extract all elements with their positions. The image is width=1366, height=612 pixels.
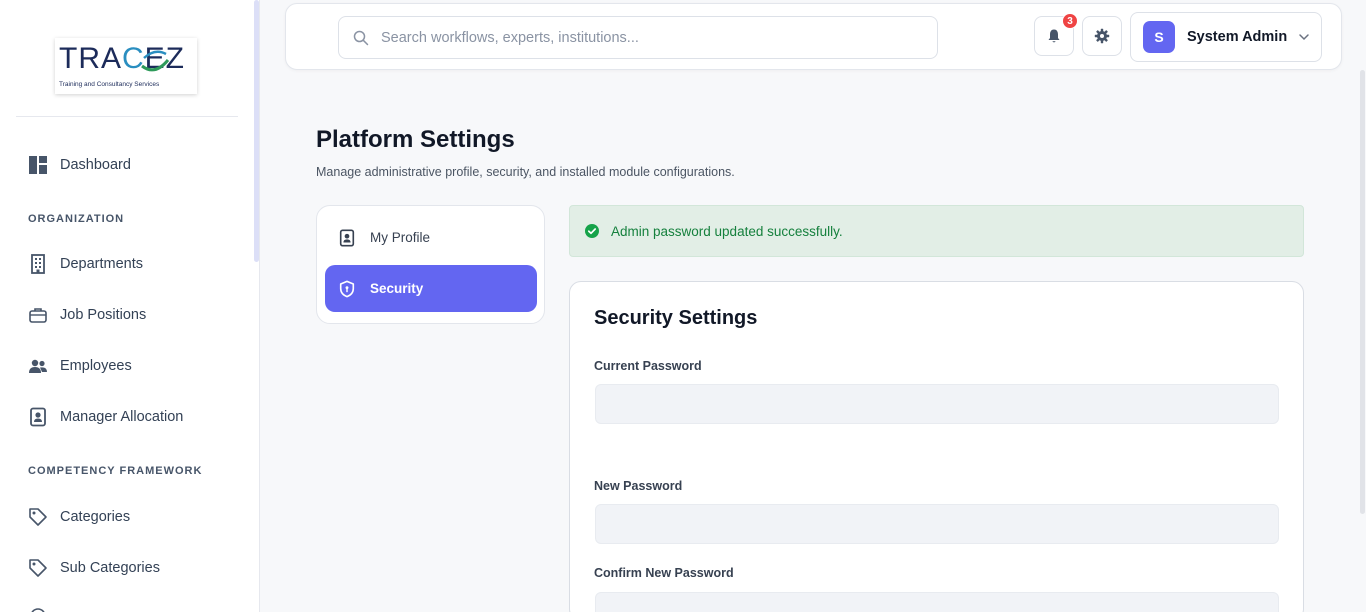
sidebar-item-categories[interactable]: Categories bbox=[28, 505, 130, 529]
top-bar: 3 S System Admin bbox=[285, 3, 1342, 70]
sidebar-divider bbox=[16, 116, 238, 117]
sidebar-item-job-positions[interactable]: Job Positions bbox=[28, 303, 146, 327]
sidebar-item-label: Employees bbox=[60, 358, 132, 374]
new-password-input[interactable] bbox=[595, 504, 1279, 544]
new-password-label: New Password bbox=[594, 479, 683, 493]
user-name: System Admin bbox=[1187, 29, 1288, 45]
sidebar-item-label: Departments bbox=[60, 256, 144, 272]
sidebar-item-sub-categories[interactable]: Sub Categories bbox=[28, 556, 160, 580]
sidebar-item-label: Categories bbox=[60, 509, 131, 525]
sidebar-item-label: Manager Allocation bbox=[60, 409, 184, 425]
sidebar-item-departments[interactable]: Departments bbox=[28, 252, 143, 276]
confirm-password-label: Confirm New Password bbox=[594, 566, 734, 580]
logo-swoosh-icon bbox=[141, 50, 170, 72]
sidebar: TRACEZ Training and Consultancy Services… bbox=[0, 0, 260, 612]
tab-security[interactable]: Security bbox=[325, 265, 537, 312]
search-icon bbox=[353, 30, 369, 45]
security-settings-card: Security Settings Current Password New P… bbox=[569, 281, 1304, 612]
notifications-button[interactable]: 3 bbox=[1034, 13, 1078, 56]
sidebar-item-manager-allocation[interactable]: Manager Allocation bbox=[28, 405, 183, 429]
user-menu[interactable]: S System Admin bbox=[1130, 12, 1322, 62]
sidebar-item-partial[interactable] bbox=[28, 604, 60, 612]
logo-tagline: Training and Consultancy Services bbox=[59, 81, 160, 88]
current-password-input[interactable] bbox=[595, 384, 1279, 424]
nav-section-competency: COMPETENCY FRAMEWORK bbox=[28, 465, 203, 477]
search-box bbox=[338, 16, 938, 59]
avatar: S bbox=[1143, 21, 1175, 53]
settings-button[interactable] bbox=[1082, 16, 1122, 56]
tag-icon bbox=[29, 559, 47, 577]
page-title: Platform Settings bbox=[316, 126, 515, 153]
sidebar-item-label: Sub Categories bbox=[60, 560, 160, 576]
brand-logo[interactable]: TRACEZ Training and Consultancy Services bbox=[55, 38, 197, 94]
tab-label: My Profile bbox=[370, 230, 431, 245]
confirm-password-input[interactable] bbox=[595, 592, 1279, 612]
gear-icon bbox=[1094, 28, 1110, 44]
success-alert: Admin password updated successfully. bbox=[569, 205, 1304, 257]
users-icon bbox=[29, 359, 47, 373]
chevron-down-icon bbox=[1299, 34, 1309, 41]
sidebar-item-employees[interactable]: Employees bbox=[28, 354, 132, 378]
notification-count-badge: 3 bbox=[1062, 13, 1078, 29]
tag-icon bbox=[29, 508, 47, 526]
security-settings-title: Security Settings bbox=[594, 307, 758, 329]
settings-tabs: My Profile Security bbox=[316, 205, 545, 324]
shield-icon bbox=[339, 280, 355, 297]
briefcase-icon bbox=[29, 308, 47, 323]
main-scrollbar[interactable] bbox=[1360, 70, 1365, 514]
id-badge-icon bbox=[30, 407, 46, 427]
building-icon bbox=[31, 254, 45, 274]
sidebar-scrollbar[interactable] bbox=[254, 0, 259, 262]
search-input[interactable] bbox=[381, 29, 901, 46]
sidebar-item-label: Dashboard bbox=[60, 157, 131, 173]
tab-my-profile[interactable]: My Profile bbox=[325, 214, 537, 261]
nav-section-organization: ORGANIZATION bbox=[28, 213, 125, 225]
tab-label: Security bbox=[370, 281, 424, 296]
current-password-label: Current Password bbox=[594, 359, 702, 373]
page-subtitle: Manage administrative profile, security,… bbox=[316, 165, 735, 179]
check-circle-icon bbox=[585, 224, 599, 238]
sidebar-item-dashboard[interactable]: Dashboard bbox=[28, 153, 131, 177]
dashboard-icon bbox=[29, 156, 47, 174]
circle-icon bbox=[31, 608, 45, 612]
id-badge-icon bbox=[339, 229, 355, 246]
sidebar-item-label: Job Positions bbox=[60, 307, 147, 323]
alert-message: Admin password updated successfully. bbox=[611, 223, 843, 239]
bell-icon bbox=[1048, 29, 1060, 43]
